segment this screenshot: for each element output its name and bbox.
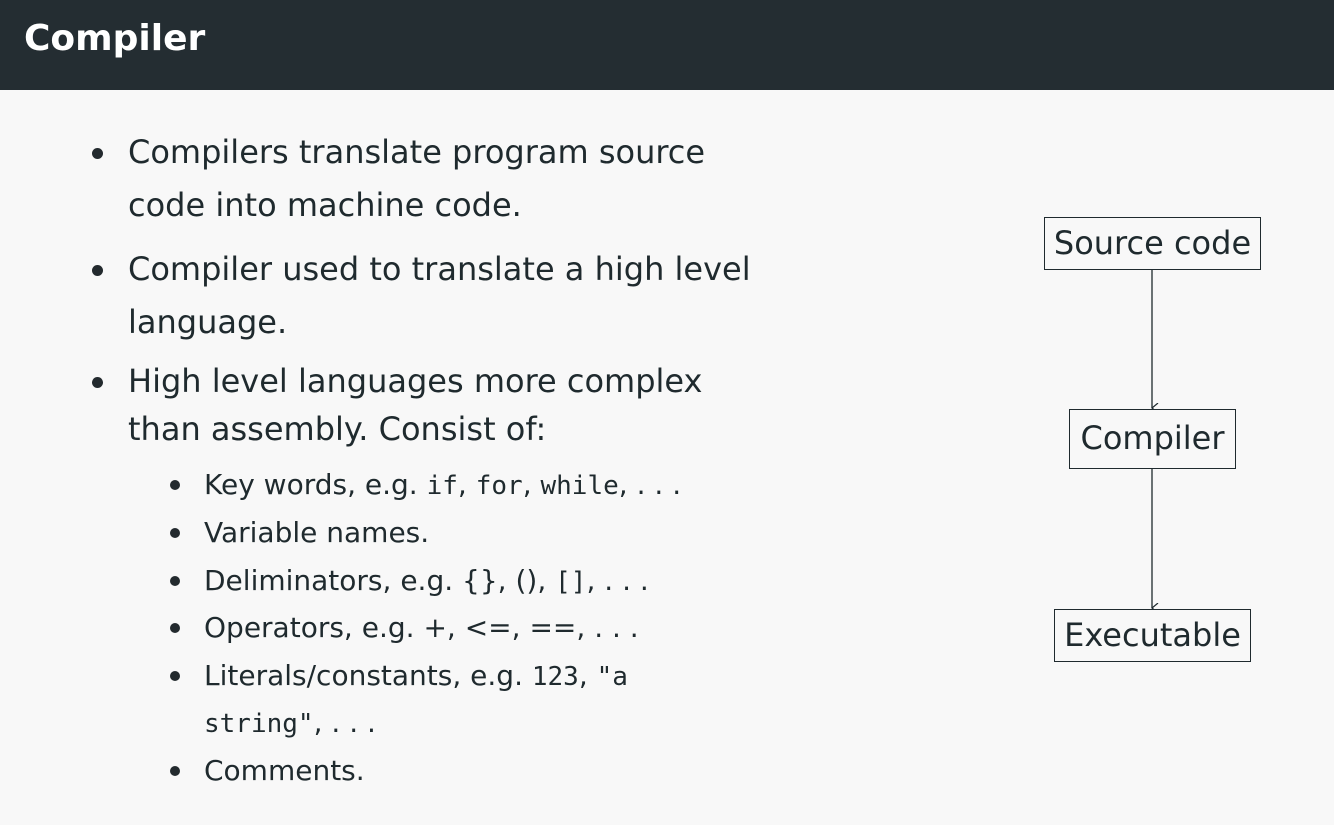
sub-bullet-text: Deliminators, e.g. {}, (), [], . . .: [204, 564, 649, 597]
sub-bullet-text: Comments.: [204, 754, 365, 787]
keyword-example: for: [475, 471, 523, 501]
keyword-example: while: [540, 471, 619, 501]
sub-bullet-dot: [170, 576, 180, 586]
bullet-text: language.: [128, 303, 288, 341]
sub-bullet-label: Operators, e.g.: [204, 611, 415, 644]
bullet-text: High level languages more complex: [128, 362, 703, 400]
ellipsis: . . .: [594, 611, 639, 644]
deliminator-example: (): [515, 564, 538, 597]
deliminator-example: []: [555, 567, 587, 597]
sub-bullet-text: Operators, e.g. +, <=, ==, . . .: [204, 611, 639, 644]
bullet-dot: [92, 148, 103, 159]
literal-example: string": [204, 709, 314, 739]
sub-bullet-dot: [170, 766, 180, 776]
bullet-list: Compilers translate program source code …: [0, 0, 780, 825]
sub-bullet-text-continued: string", . . .: [204, 706, 376, 739]
node-compiler: Compiler: [1069, 409, 1236, 469]
sub-bullet-dot: [170, 480, 180, 490]
operator-example: +: [423, 611, 447, 644]
bullet-text: Compiler used to translate a high level: [128, 250, 751, 288]
sub-bullet-text: Literals/constants, e.g. 123, "a: [204, 659, 628, 692]
sub-bullet-text: Key words, e.g. if, for, while, . . .: [204, 468, 682, 501]
bullet-text: than assembly. Consist of:: [128, 410, 547, 448]
operator-example: ==: [529, 611, 577, 644]
sub-bullet-dot: [170, 671, 180, 681]
node-source-code: Source code: [1044, 217, 1261, 270]
bullet-text: code into machine code.: [128, 186, 522, 224]
deliminator-example: {}: [462, 564, 498, 597]
ellipsis: . . .: [331, 706, 376, 739]
bullet-text: Compilers translate program source: [128, 133, 706, 171]
sub-bullet-dot: [170, 623, 180, 633]
sub-bullet-dot: [170, 528, 180, 538]
sub-bullet-label: Deliminators, e.g.: [204, 564, 454, 597]
node-executable: Executable: [1054, 609, 1251, 662]
operator-example: <=: [464, 611, 512, 644]
bullet-dot: [92, 377, 103, 388]
sub-bullet-label: Key words, e.g.: [204, 468, 418, 501]
compilation-flow-diagram: Source code Compiler Executable: [1000, 200, 1300, 680]
literal-example: "a: [596, 662, 628, 692]
ellipsis: . . .: [604, 564, 649, 597]
literal-example: 123: [531, 662, 579, 692]
sub-bullet-text: Variable names.: [204, 516, 430, 549]
keyword-example: if: [426, 471, 458, 501]
bullet-dot: [92, 265, 103, 276]
sub-bullet-label: Literals/constants, e.g.: [204, 659, 523, 692]
ellipsis: . . .: [636, 468, 682, 501]
